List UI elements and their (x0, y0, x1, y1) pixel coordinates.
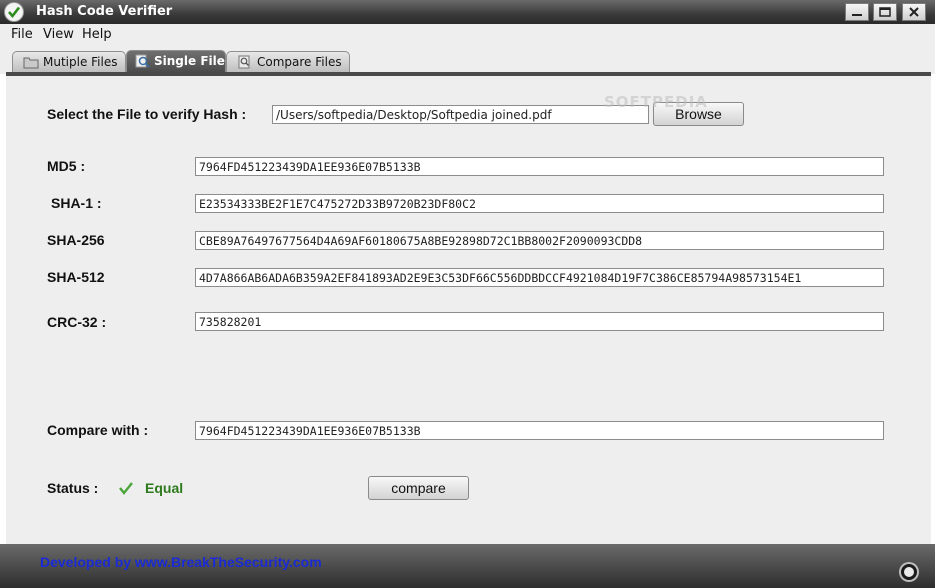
tab-multiple-files[interactable]: Mutiple Files (12, 51, 126, 73)
menu-bar: File View Help (0, 24, 935, 46)
window-title: Hash Code Verifier (36, 4, 173, 19)
sha512-label: SHA-512 (47, 269, 105, 285)
compare-with-input[interactable]: 7964FD451223439DA1EE936E07B5133B (195, 421, 884, 440)
file-path-input[interactable]: /Users/softpedia/Desktop/Softpedia joine… (272, 105, 649, 124)
tab-label: Mutiple Files (43, 55, 118, 69)
developer-link[interactable]: Developed by www.BreakTheSecurity.com (40, 554, 322, 570)
sha512-value: 4D7A866AB6ADA6B359A2EF841893AD2E9E3C53DF… (199, 271, 802, 285)
md5-field[interactable]: 7964FD451223439DA1EE936E07B5133B (195, 157, 884, 176)
watermark: SOFTPEDIA (604, 93, 708, 111)
check-icon (119, 482, 133, 495)
crc32-field[interactable]: 735828201 (195, 312, 884, 331)
compare-with-label: Compare with : (47, 422, 149, 438)
crc32-label: CRC-32 : (47, 314, 107, 330)
sha1-field[interactable]: E23534333BE2F1E7C475272D33B9720B23DF80C2 (195, 194, 884, 213)
tab-compare-files[interactable]: Compare Files (226, 51, 350, 73)
tab-label: Single File (154, 54, 225, 68)
single-file-panel: Select the File to verify Hash : /Users/… (6, 76, 931, 544)
sha256-label: SHA-256 (47, 232, 105, 248)
magnifier-icon (135, 54, 150, 68)
menu-help[interactable]: Help (82, 27, 112, 42)
close-button[interactable] (902, 3, 926, 21)
status-label: Status : (47, 480, 99, 496)
compare-button[interactable]: compare (368, 476, 469, 500)
footer-bar: Developed by www.BreakTheSecurity.com (0, 544, 935, 588)
tab-single-file[interactable]: Single File (126, 50, 226, 73)
sha512-field[interactable]: 4D7A866AB6ADA6B359A2EF841893AD2E9E3C53DF… (195, 268, 884, 287)
menu-file[interactable]: File (11, 27, 33, 42)
tab-strip: Mutiple Files Single File Compare Files (0, 46, 935, 74)
folder-icon (23, 57, 39, 69)
sha256-field[interactable]: CBE89A76497677564D4A69AF60180675A8BE9289… (195, 231, 884, 250)
menu-view[interactable]: View (43, 27, 74, 42)
file-select-label: Select the File to verify Hash : (47, 106, 247, 122)
title-bar: Hash Code Verifier (0, 0, 935, 24)
sha1-label: SHA-1 : (51, 195, 102, 211)
minimize-button[interactable] (845, 3, 869, 21)
maximize-button[interactable] (873, 3, 897, 21)
md5-label: MD5 : (47, 158, 86, 174)
app-check-icon (4, 2, 24, 22)
document-search-icon (238, 55, 250, 69)
status-value: Equal (145, 480, 184, 496)
resize-grip-icon[interactable] (901, 564, 917, 580)
tab-label: Compare Files (257, 55, 342, 69)
